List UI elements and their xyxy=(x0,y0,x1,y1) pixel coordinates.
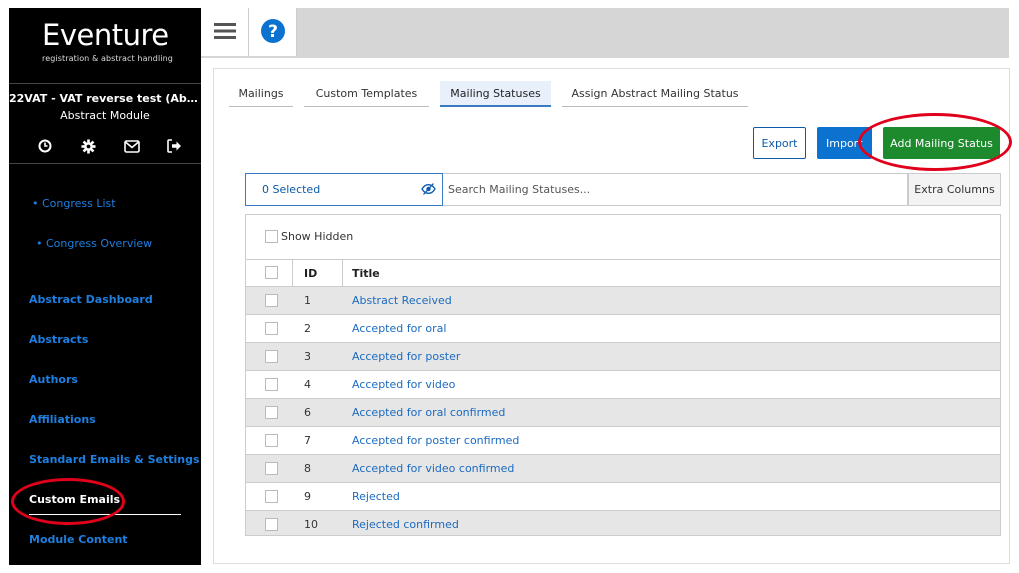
divider xyxy=(9,163,201,164)
row-title-link[interactable]: Accepted for oral confirmed xyxy=(352,406,505,419)
logout-icon[interactable] xyxy=(165,136,185,156)
eye-slash-icon[interactable] xyxy=(421,183,436,198)
row-checkbox[interactable] xyxy=(265,462,278,475)
import-button[interactable]: Import xyxy=(817,127,872,159)
tab-mailings[interactable]: Mailings xyxy=(229,81,293,107)
sidebar-icon-bar xyxy=(35,136,185,156)
table-row[interactable]: 6 Accepted for oral confirmed xyxy=(246,399,1000,427)
sidebar-item-module-content[interactable]: Module Content xyxy=(29,533,128,546)
logo[interactable]: Eventure registration & abstract handlin… xyxy=(9,8,201,83)
sidebar-item-custom-emails[interactable]: Custom Emails xyxy=(29,493,120,506)
row-id: 9 xyxy=(304,490,311,503)
column-separator xyxy=(292,260,293,286)
table-row[interactable]: 4 Accepted for video xyxy=(246,371,1000,399)
table-row[interactable]: 7 Accepted for poster confirmed xyxy=(246,427,1000,455)
show-hidden-label: Show Hidden xyxy=(281,230,354,243)
logo-text: Eventure xyxy=(42,18,169,52)
row-id: 8 xyxy=(304,462,311,475)
table-header: ID Title xyxy=(246,259,1000,287)
row-id: 4 xyxy=(304,378,311,391)
show-hidden-checkbox[interactable] xyxy=(265,230,278,243)
sidebar-item-abstracts[interactable]: Abstracts xyxy=(29,333,88,346)
hamburger-menu-icon xyxy=(213,22,236,43)
hamburger-menu-button[interactable] xyxy=(201,8,249,56)
sidebar-item-authors[interactable]: Authors xyxy=(29,373,78,386)
table-row[interactable]: 10 Rejected confirmed xyxy=(246,511,1000,535)
row-title-link[interactable]: Accepted for poster confirmed xyxy=(352,434,519,447)
gear-icon[interactable] xyxy=(78,136,98,156)
sidebar-item-congress-list[interactable]: • Congress List xyxy=(32,197,116,210)
select-all-checkbox[interactable] xyxy=(265,266,278,279)
tab-mailing-statuses[interactable]: Mailing Statuses xyxy=(440,81,551,107)
search-input[interactable]: Search Mailing Statuses... xyxy=(443,173,908,206)
row-checkbox[interactable] xyxy=(265,518,278,531)
project-title: 22VAT - VAT reverse test (Abstract... xyxy=(9,92,201,105)
row-title-link[interactable]: Rejected xyxy=(352,490,400,503)
row-id: 10 xyxy=(304,518,318,531)
sidebar: Eventure registration & abstract handlin… xyxy=(9,8,201,565)
table-row[interactable]: 3 Accepted for poster xyxy=(246,343,1000,371)
table-row[interactable]: 1 Abstract Received xyxy=(246,287,1000,315)
row-checkbox[interactable] xyxy=(265,350,278,363)
row-checkbox[interactable] xyxy=(265,434,278,447)
row-checkbox[interactable] xyxy=(265,294,278,307)
column-header-id[interactable]: ID xyxy=(304,267,317,280)
selected-count-label: 0 Selected xyxy=(262,183,321,196)
add-mailing-status-button[interactable]: Add Mailing Status xyxy=(883,127,1000,159)
row-checkbox[interactable] xyxy=(265,322,278,335)
svg-text:?: ? xyxy=(268,22,278,42)
logo-tagline: registration & abstract handling xyxy=(42,54,173,63)
row-title-link[interactable]: Rejected confirmed xyxy=(352,518,459,531)
row-checkbox[interactable] xyxy=(265,490,278,503)
column-header-title[interactable]: Title xyxy=(352,267,380,280)
column-separator xyxy=(342,260,343,286)
sidebar-item-congress-overview[interactable]: • Congress Overview xyxy=(36,237,152,250)
active-indicator xyxy=(29,514,181,515)
tab-custom-templates[interactable]: Custom Templates xyxy=(304,81,429,107)
row-id: 7 xyxy=(304,434,311,447)
row-title-link[interactable]: Accepted for poster xyxy=(352,350,460,363)
divider xyxy=(9,83,201,84)
help-icon: ? xyxy=(260,18,286,47)
row-title-link[interactable]: Accepted for video xyxy=(352,378,455,391)
row-title-link[interactable]: Accepted for video confirmed xyxy=(352,462,514,475)
table-row[interactable]: 8 Accepted for video confirmed xyxy=(246,455,1000,483)
extra-columns-button[interactable]: Extra Columns xyxy=(908,173,1001,206)
row-title-link[interactable]: Accepted for oral xyxy=(352,322,446,335)
top-bar: ? xyxy=(201,8,1009,58)
row-checkbox[interactable] xyxy=(265,378,278,391)
table-row[interactable]: 9 Rejected xyxy=(246,483,1000,511)
mail-icon[interactable] xyxy=(122,136,142,156)
export-button[interactable]: Export xyxy=(753,127,806,159)
row-id: 1 xyxy=(304,294,311,307)
sidebar-item-standard-emails-settings[interactable]: Standard Emails & Settings xyxy=(29,453,200,466)
row-id: 2 xyxy=(304,322,311,335)
row-checkbox[interactable] xyxy=(265,406,278,419)
sidebar-item-abstract-dashboard[interactable]: Abstract Dashboard xyxy=(29,293,153,306)
row-id: 3 xyxy=(304,350,311,363)
table-row[interactable]: 2 Accepted for oral xyxy=(246,315,1000,343)
row-id: 6 xyxy=(304,406,311,419)
tab-assign-abstract-mailing-status[interactable]: Assign Abstract Mailing Status xyxy=(562,81,748,107)
show-hidden-toggle[interactable]: Show Hidden xyxy=(265,230,353,243)
selected-count-dropdown[interactable]: 0 Selected xyxy=(245,173,443,206)
module-name: Abstract Module xyxy=(60,109,150,122)
sidebar-item-affiliations[interactable]: Affiliations xyxy=(29,413,96,426)
help-button[interactable]: ? xyxy=(249,8,297,56)
main-panel: Mailings Custom Templates Mailing Status… xyxy=(213,68,1010,564)
row-title-link[interactable]: Abstract Received xyxy=(352,294,452,307)
clock-icon[interactable] xyxy=(35,136,55,156)
mailing-statuses-table: Show Hidden ID Title 1 Abstract Received… xyxy=(245,214,1001,536)
